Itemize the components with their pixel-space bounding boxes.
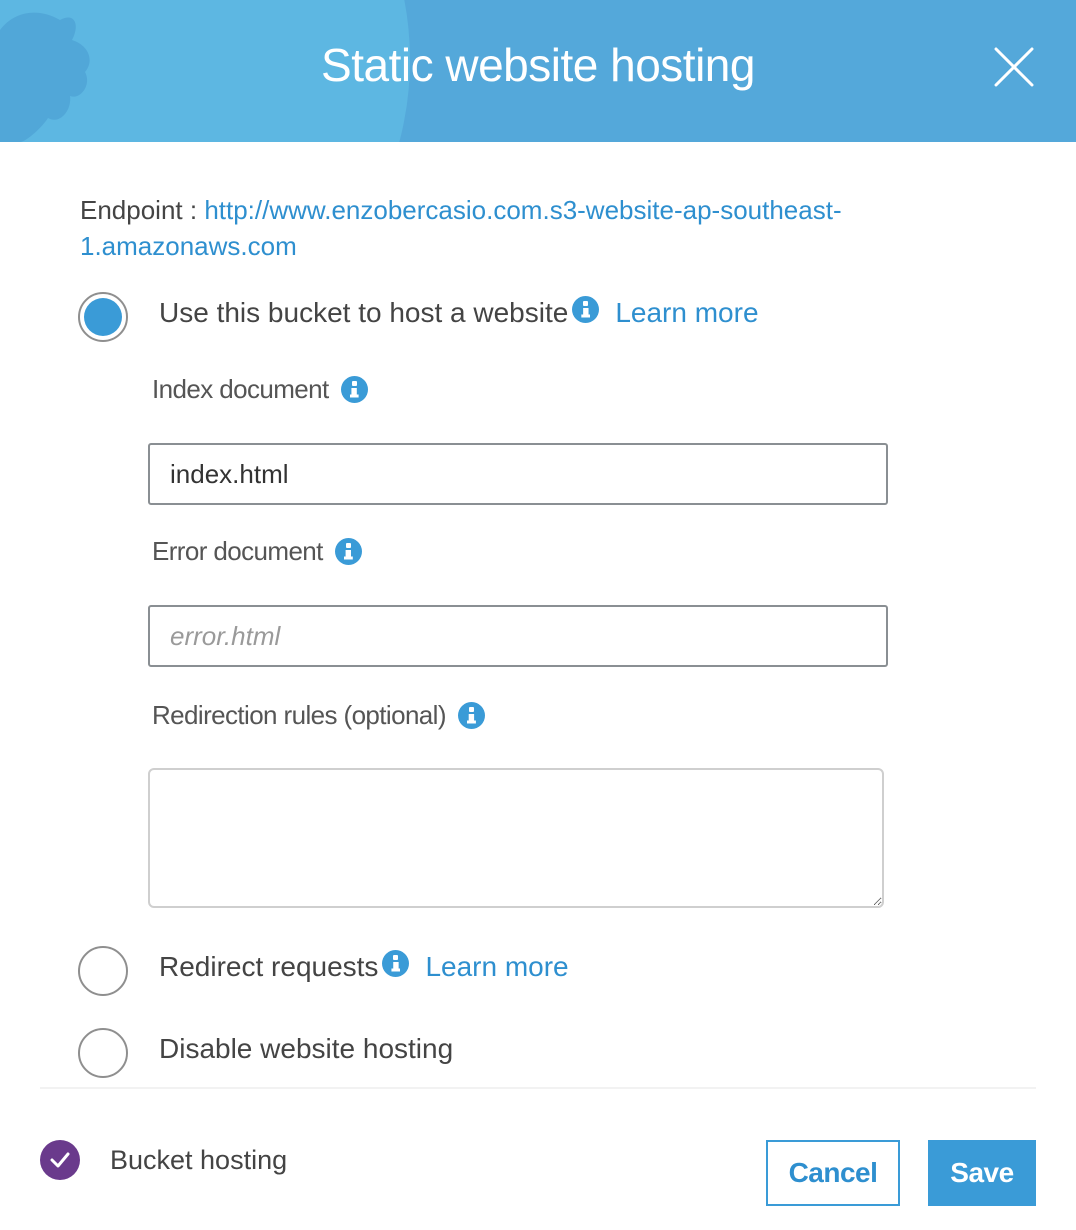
index-document-label: Index document — [152, 372, 368, 406]
radio-disable-hosting[interactable] — [78, 1028, 128, 1078]
redirection-rules-label-text: Redirection rules (optional) — [152, 699, 447, 730]
close-icon[interactable] — [993, 46, 1035, 88]
check-circle-icon — [40, 1140, 80, 1180]
index-document-label-text: Index document — [152, 373, 329, 404]
info-icon[interactable] — [340, 375, 368, 403]
radio-use-bucket[interactable] — [78, 292, 128, 342]
option-disable-hosting: Disable website hosting — [159, 1030, 453, 1068]
redirection-rules-label: Redirection rules (optional) — [152, 698, 485, 732]
bucket-hosting-status: Bucket hosting — [40, 1140, 287, 1180]
footer-divider — [40, 1087, 1036, 1089]
learn-more-link[interactable]: Learn more — [615, 297, 758, 329]
learn-more-link[interactable]: Learn more — [425, 951, 568, 983]
endpoint-label: Endpoint : — [80, 195, 205, 225]
info-icon[interactable] — [382, 949, 410, 977]
error-document-label-text: Error document — [152, 535, 323, 566]
dialog-title: Static website hosting — [321, 39, 755, 91]
index-document-input[interactable] — [148, 443, 888, 505]
option-redirect-requests-label: Redirect requests — [159, 951, 379, 982]
redirection-rules-textarea[interactable] — [148, 768, 884, 908]
error-document-input[interactable] — [148, 605, 888, 667]
dialog-header: Static website hosting — [0, 0, 1076, 142]
radio-redirect-requests[interactable] — [78, 946, 128, 996]
option-disable-hosting-label: Disable website hosting — [159, 1033, 454, 1064]
status-text: Bucket hosting — [110, 1144, 288, 1175]
cancel-button[interactable]: Cancel — [766, 1140, 900, 1206]
info-icon[interactable] — [457, 701, 485, 729]
option-redirect-requests: Redirect requests Learn more — [159, 948, 569, 986]
endpoint-row: Endpoint : http://www.enzobercasio.com.s… — [80, 192, 960, 264]
info-icon[interactable] — [334, 537, 362, 565]
option-use-bucket-label: Use this bucket to host a website — [159, 297, 569, 328]
option-use-bucket: Use this bucket to host a website Learn … — [159, 294, 759, 332]
save-button[interactable]: Save — [928, 1140, 1036, 1206]
error-document-label: Error document — [152, 534, 362, 568]
info-icon[interactable] — [572, 295, 600, 323]
